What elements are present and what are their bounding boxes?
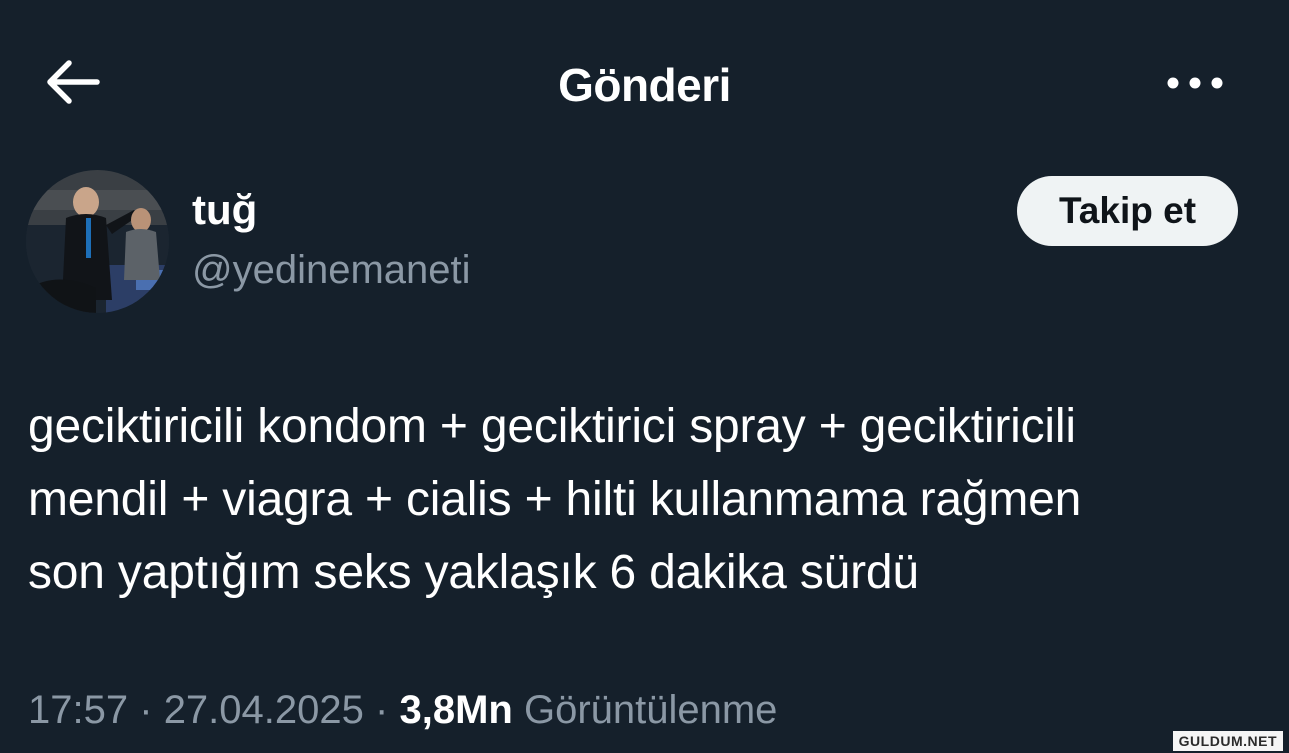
views-label: Görüntülenme: [523, 688, 778, 732]
user-handle[interactable]: @yedinemaneti: [192, 248, 471, 293]
follow-button[interactable]: Takip et: [1017, 176, 1238, 246]
separator-dot: ·: [375, 688, 389, 732]
views-count[interactable]: 3,8Mn: [399, 688, 512, 732]
tweet-date[interactable]: 27.04.2025: [164, 688, 364, 732]
top-bar: Gönderi: [0, 0, 1289, 165]
tweet-author: tuğ @yedinemaneti Takip et: [26, 170, 1266, 320]
more-options-button[interactable]: [1160, 58, 1230, 108]
tweet-text-line: mendil + viagra + cialis + hilti kullanm…: [28, 473, 1082, 526]
display-name[interactable]: tuğ: [192, 186, 257, 234]
separator-dot: ·: [139, 688, 153, 732]
avatar-photo: [26, 170, 169, 313]
avatar[interactable]: [26, 170, 169, 313]
tweet-text-line: son yaptığım seks yaklaşık 6 dakika sürd…: [28, 546, 919, 599]
tweet-meta: 17:57 · 27.04.2025 · 3,8Mn Görüntülenme: [28, 688, 777, 733]
watermark: GULDUM.NET: [1172, 731, 1283, 751]
tweet-time[interactable]: 17:57: [28, 688, 128, 732]
tweet-text: geciktiricili kondom + geciktirici spray…: [28, 390, 1268, 609]
tweet-text-line: geciktiricili kondom + geciktirici spray…: [28, 400, 1076, 453]
page-title: Gönderi: [558, 59, 731, 111]
more-horizontal-icon: [1167, 77, 1223, 89]
